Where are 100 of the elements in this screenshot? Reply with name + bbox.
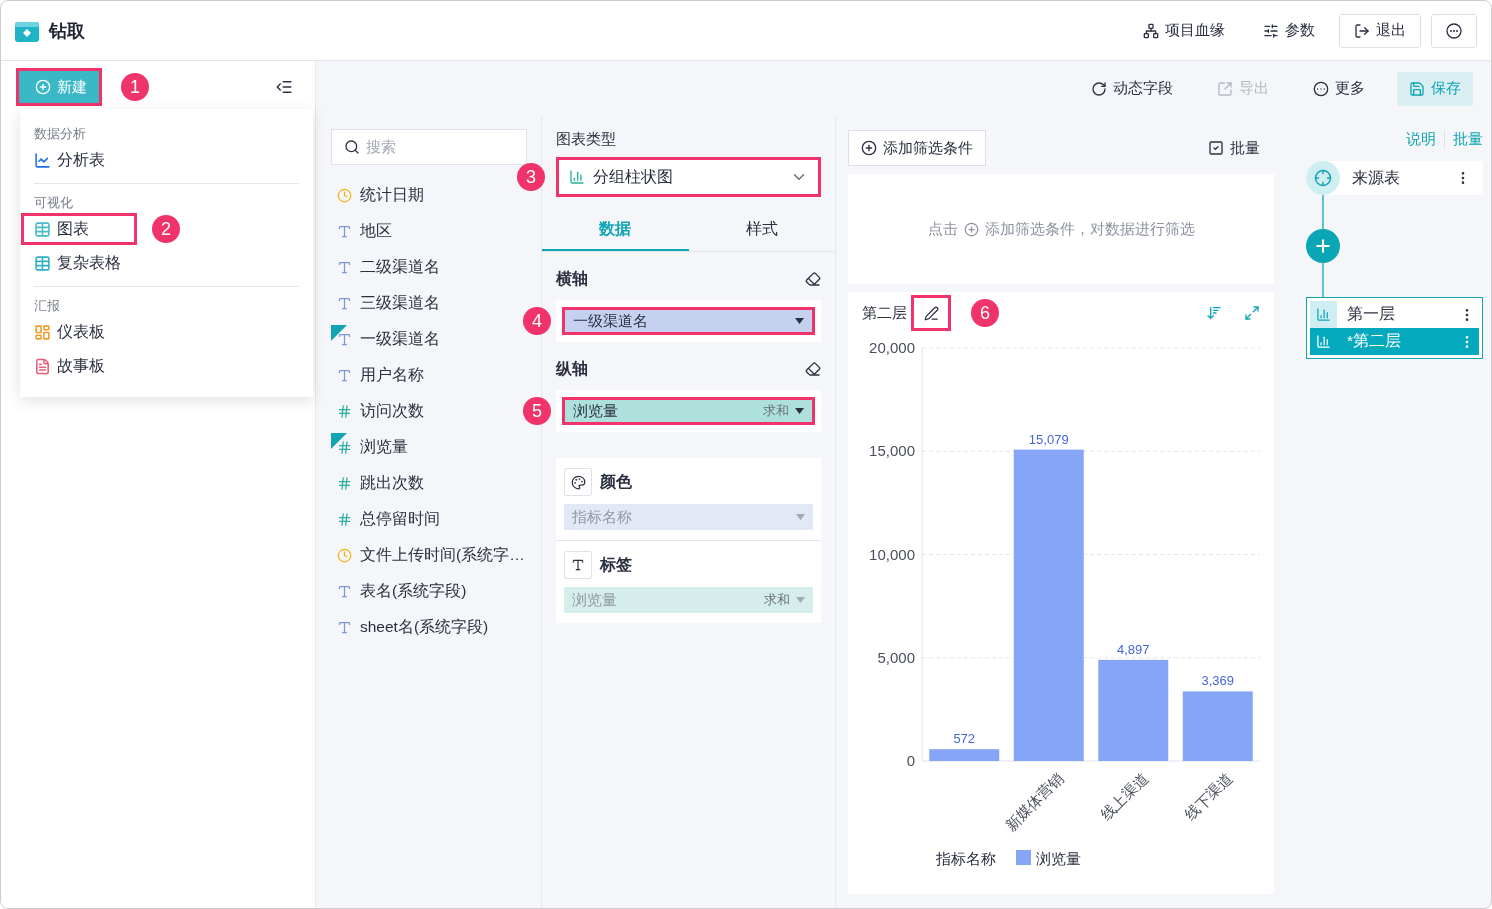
collapse-icon[interactable]	[275, 78, 293, 96]
legend-title: 指标名称	[936, 850, 996, 867]
exit-icon	[1354, 22, 1370, 39]
property-title: 标签	[600, 554, 632, 575]
field-item[interactable]: 地区	[331, 213, 527, 249]
menu-group-title: 汇报	[34, 297, 61, 315]
legend-label: 浏览量	[1036, 850, 1081, 867]
palette-icon[interactable]	[564, 468, 592, 496]
eraser-icon[interactable]	[805, 271, 821, 287]
plus-icon	[963, 221, 979, 237]
text-type-icon	[337, 619, 352, 635]
property-field-chip[interactable]: 浏览量 求和	[564, 587, 813, 613]
menu-item[interactable]: 仪表板	[20, 315, 138, 349]
plus-icon	[35, 79, 51, 95]
field-item[interactable]: 二级渠道名	[331, 249, 527, 285]
field-item[interactable]: 表名(系统字段)	[331, 573, 527, 609]
text-type-icon[interactable]	[564, 551, 592, 579]
step-marker: 6	[971, 299, 999, 327]
menu-item-icon	[34, 357, 51, 375]
hash-icon	[337, 475, 352, 491]
search-icon	[344, 139, 360, 155]
section-label: 图表类型	[556, 130, 617, 149]
axis-title: 纵轴	[556, 358, 588, 379]
field-item[interactable]: 跳出次数	[331, 465, 527, 501]
field-item[interactable]: 总停留时间	[331, 501, 527, 537]
toolbar-button[interactable]: 更多	[1301, 71, 1377, 106]
bar-value-label: 572	[953, 731, 976, 747]
sort-icon[interactable]	[1206, 305, 1222, 321]
step-marker: 3	[517, 163, 545, 191]
bar-value-label: 15,079	[1028, 431, 1069, 447]
export-icon	[1217, 80, 1233, 97]
menu-item[interactable]: 复杂表格	[20, 246, 138, 280]
chart-title: 第二层	[862, 303, 907, 323]
save-icon	[1409, 80, 1425, 97]
hash-icon	[337, 439, 352, 455]
checkbox-icon	[1208, 140, 1224, 156]
y-axis-label: 5,000	[877, 648, 915, 666]
bar-value-label: 4,897	[1117, 641, 1150, 657]
text-type-icon	[337, 223, 352, 239]
hash-icon	[337, 511, 352, 527]
menu-item-icon	[34, 220, 51, 238]
eraser-icon[interactable]	[805, 361, 821, 377]
text-type-icon	[337, 583, 352, 599]
text-type-icon	[337, 295, 352, 311]
plus-icon	[861, 140, 877, 156]
menu-item[interactable]: 分析表	[20, 143, 138, 177]
text-type-icon	[337, 259, 352, 275]
more-icon	[1313, 80, 1329, 97]
edit-button[interactable]	[911, 295, 951, 331]
batch-button[interactable]: 批量	[1208, 138, 1274, 158]
dropdown-caret-icon	[796, 597, 805, 603]
step-marker: 5	[523, 397, 551, 425]
hint-text: 添加筛选条件，对数据进行筛选	[984, 219, 1195, 239]
step-marker: 2	[152, 215, 180, 243]
exit-button[interactable]: 退出	[1339, 13, 1421, 48]
dropdown-caret-icon	[796, 514, 805, 520]
tab[interactable]: 样式	[688, 209, 835, 251]
toolbar-button[interactable]: 动态字段	[1079, 71, 1185, 106]
menu-item[interactable]: 故事板	[20, 349, 138, 383]
menu-item-icon	[34, 151, 51, 169]
field-item[interactable]: 用户名称	[331, 357, 527, 393]
y-axis-label: 10,000	[869, 545, 915, 563]
text-type-icon	[337, 331, 352, 347]
clock-icon	[337, 547, 352, 563]
more-button[interactable]	[1431, 13, 1477, 48]
field-item[interactable]: 文件上传时间(系统字…	[331, 537, 527, 573]
source-node[interactable]: 来源表	[1306, 161, 1483, 195]
sliders-icon	[1263, 22, 1279, 39]
menu-item-icon	[34, 254, 51, 272]
hash-icon	[337, 403, 352, 419]
dropdown-caret-icon	[795, 408, 804, 414]
menu-group-title: 数据分析	[34, 125, 87, 143]
y-axis-label: 20,000	[869, 339, 915, 356]
x-axis-label: 线上渠道	[1096, 769, 1152, 824]
used-corner-mark	[331, 433, 347, 449]
add-layer-button[interactable]	[1306, 229, 1340, 263]
refresh-icon	[1091, 80, 1107, 97]
x-axis-label: 新媒体营销	[1001, 769, 1067, 835]
field-item[interactable]: sheet名(系统字段)	[331, 609, 527, 645]
menu-group-title: 可视化	[34, 194, 74, 212]
used-corner-mark	[331, 325, 347, 341]
menu-item[interactable]: 图表	[20, 212, 138, 246]
expand-icon[interactable]	[1244, 305, 1260, 321]
bar-chart-icon	[1310, 301, 1337, 328]
field-item[interactable]: 浏览量	[331, 429, 527, 465]
chart-type-select[interactable]: 分组柱状图	[556, 157, 821, 197]
menu-item-icon	[34, 323, 51, 341]
network-icon	[1143, 22, 1159, 39]
plus-icon	[1313, 236, 1333, 256]
bar	[1182, 691, 1253, 761]
axis-title: 横轴	[556, 268, 588, 289]
add-filter-button[interactable]: 添加筛选条件	[848, 130, 986, 166]
crosshair-icon	[1306, 161, 1340, 195]
axis-field-chip[interactable]: 浏览量 求和	[562, 397, 815, 425]
axis-field-chip[interactable]: 一级渠道名	[562, 307, 815, 335]
header-link[interactable]: 项目血缘	[1129, 13, 1239, 48]
bar-chart-icon	[569, 169, 585, 185]
header-link[interactable]: 参数	[1249, 13, 1329, 48]
pen-icon	[923, 305, 939, 321]
step-marker: 1	[121, 73, 149, 101]
